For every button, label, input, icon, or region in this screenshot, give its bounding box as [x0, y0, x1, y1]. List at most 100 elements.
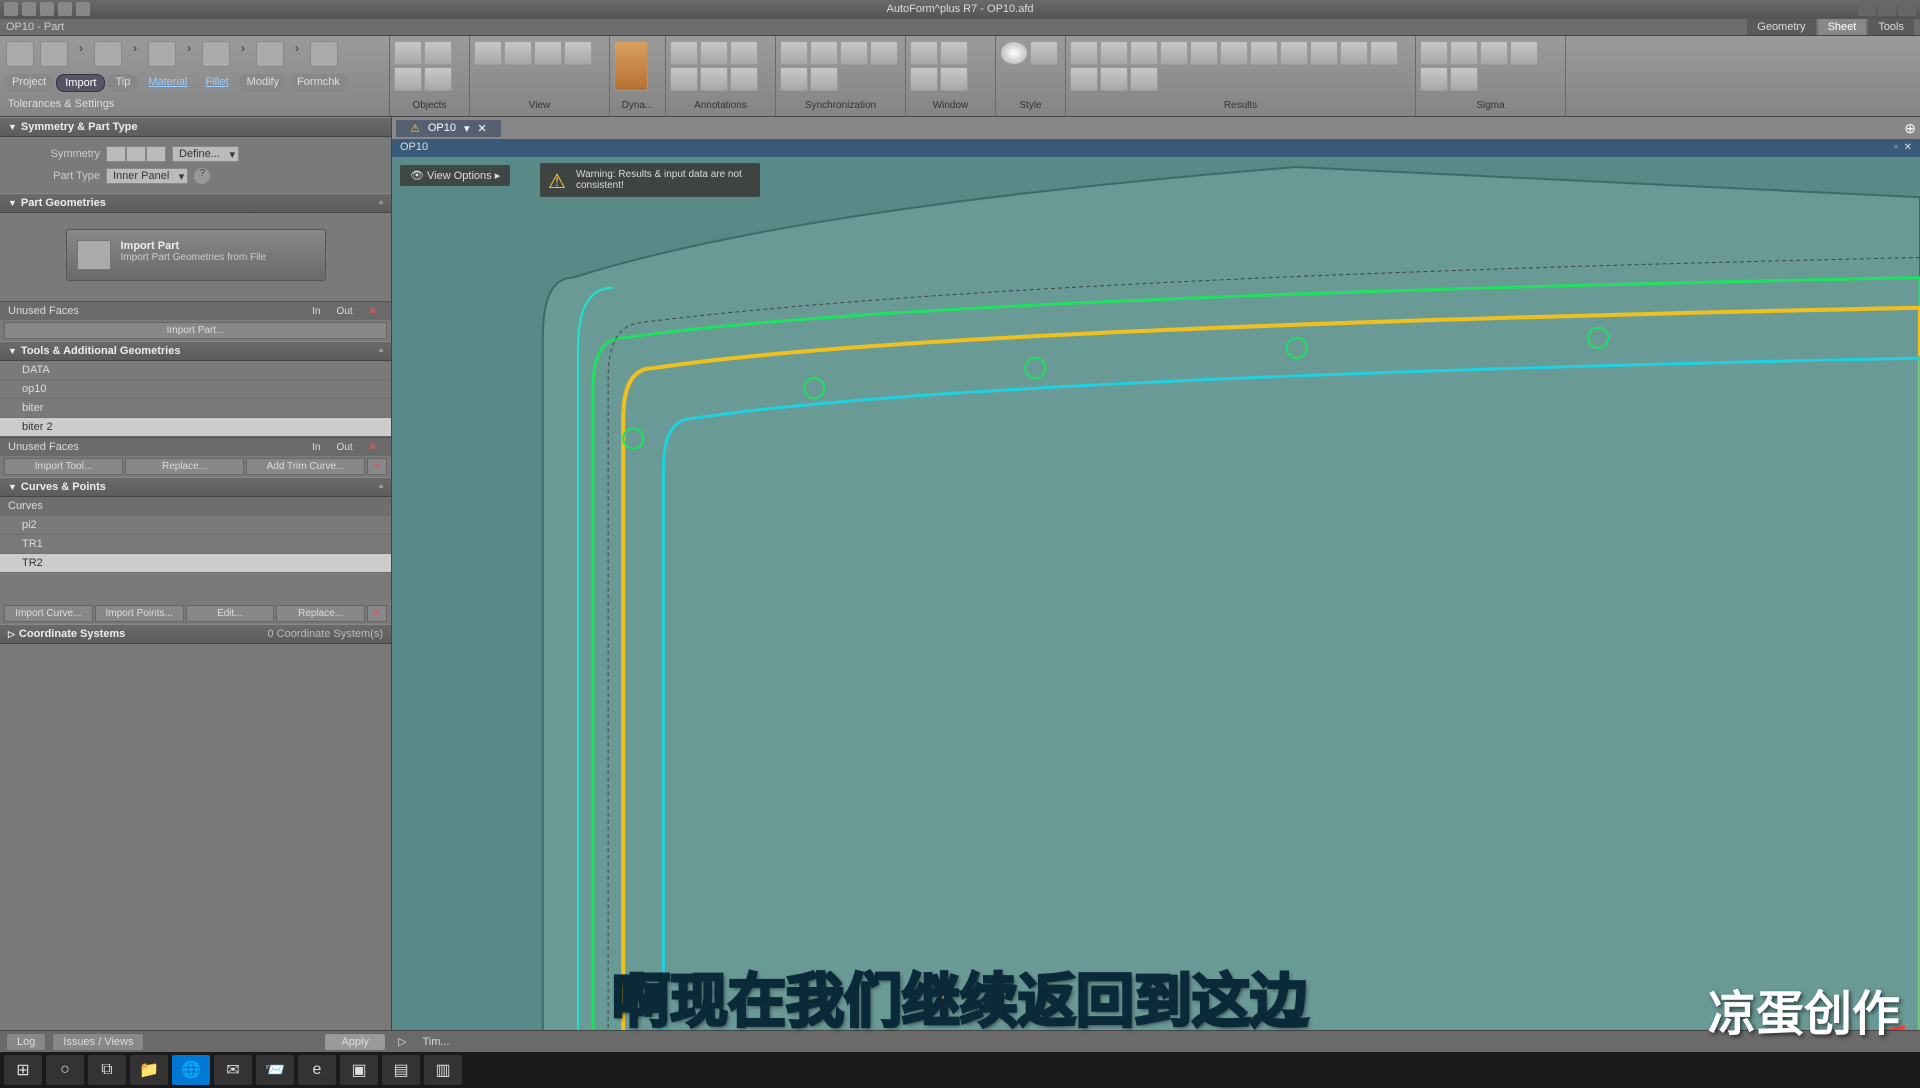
app-icon[interactable]: ▥ [424, 1055, 462, 1085]
ribbon-btn[interactable] [1000, 41, 1028, 65]
section-toolsgeo[interactable]: ▼Tools & Additional Geometries▫ [0, 341, 391, 361]
add-trim-curve-btn[interactable]: Add Trim Curve... [246, 458, 365, 475]
ribbon-btn[interactable] [670, 67, 698, 91]
timeline-toggle[interactable]: ▷ [398, 1035, 406, 1048]
in-button[interactable]: In [306, 305, 326, 318]
stage-icon[interactable] [148, 41, 176, 67]
stage-icon[interactable] [6, 41, 34, 67]
section-symmetry[interactable]: ▼Symmetry & Part Type [0, 117, 391, 137]
ribbon-btn[interactable] [730, 41, 758, 65]
out-button[interactable]: Out [330, 305, 358, 318]
tab-project[interactable]: Project [4, 74, 54, 92]
ribbon-btn[interactable] [1070, 41, 1098, 65]
stage-icon[interactable] [40, 41, 68, 67]
import-curve-btn[interactable]: Import Curve... [4, 605, 93, 622]
ribbon-btn-big[interactable] [614, 41, 648, 91]
ribbon-btn[interactable] [504, 41, 532, 65]
settings-icon[interactable]: ▫ [379, 345, 383, 357]
replace-btn[interactable]: Replace... [276, 605, 365, 622]
ribbon-btn[interactable] [730, 67, 758, 91]
ribbon-btn[interactable] [1070, 67, 1098, 91]
app-icon[interactable]: ▤ [382, 1055, 420, 1085]
delete-icon[interactable]: ✕ [367, 458, 387, 475]
restore-icon[interactable]: ▫ [1894, 142, 1898, 153]
apply-button[interactable]: Apply [324, 1033, 386, 1051]
section-curves[interactable]: ▼Curves & Points▫ [0, 477, 391, 497]
tab-fillet[interactable]: Fillet [197, 74, 236, 92]
list-item[interactable]: op10 [0, 380, 391, 399]
tab-material[interactable]: Material [140, 74, 195, 92]
ribbon-btn[interactable] [1130, 41, 1158, 65]
expand-icon[interactable]: ⊕ [1904, 120, 1916, 137]
ribbon-btn[interactable] [474, 41, 502, 65]
ribbon-btn[interactable] [424, 67, 452, 91]
ribbon-btn[interactable] [1510, 41, 1538, 65]
ribbon-btn[interactable] [840, 41, 868, 65]
ribbon-btn[interactable] [394, 67, 422, 91]
ribbon-btn[interactable] [1420, 67, 1448, 91]
ribbon-btn[interactable] [910, 41, 938, 65]
import-points-btn[interactable]: Import Points... [95, 605, 184, 622]
log-button[interactable]: Log [6, 1033, 46, 1051]
dropdown-icon[interactable]: ▾ [464, 122, 470, 135]
tab-sheet[interactable]: Sheet [1818, 19, 1867, 35]
ribbon-btn[interactable] [700, 41, 728, 65]
ribbon-btn[interactable] [1340, 41, 1368, 65]
settings-icon[interactable]: ▫ [379, 481, 383, 493]
qat-btn[interactable] [58, 2, 72, 16]
search-button[interactable]: ○ [46, 1055, 84, 1085]
issues-button[interactable]: Issues / Views [52, 1033, 144, 1051]
qat-btn[interactable] [76, 2, 90, 16]
ribbon-btn[interactable] [1100, 41, 1128, 65]
ribbon-btn[interactable] [940, 67, 968, 91]
stage-icon[interactable] [202, 41, 230, 67]
ribbon-btn[interactable] [424, 41, 452, 65]
close-icon[interactable]: ✕ [478, 122, 487, 135]
ribbon-btn[interactable] [870, 41, 898, 65]
list-item[interactable]: biter 2 [0, 418, 391, 437]
minimize-button[interactable] [1858, 2, 1876, 16]
tab-formchk[interactable]: Formchk [289, 74, 348, 92]
qat-btn[interactable] [22, 2, 36, 16]
tab-modify[interactable]: Modify [239, 74, 287, 92]
app-icon[interactable]: ▣ [340, 1055, 378, 1085]
tab-tools[interactable]: Tools [1868, 19, 1914, 35]
canvas-3d[interactable]: 👁 View Options ▸ Warning: Results & inpu… [392, 157, 1920, 1052]
tab-geometry[interactable]: Geometry [1747, 19, 1815, 35]
list-item[interactable]: TR1 [0, 535, 391, 554]
taskview-button[interactable]: ⧉ [88, 1055, 126, 1085]
define-button[interactable]: Define... [172, 146, 239, 162]
list-item[interactable]: DATA [0, 361, 391, 380]
maximize-button[interactable] [1878, 2, 1896, 16]
edge-icon[interactable]: 🌐 [172, 1055, 210, 1085]
ribbon-btn[interactable] [1280, 41, 1308, 65]
ribbon-btn[interactable] [1160, 41, 1188, 65]
parttype-combo[interactable]: Inner Panel [106, 168, 188, 184]
section-partgeo[interactable]: ▼Part Geometries▫ [0, 193, 391, 213]
ribbon-btn[interactable] [1100, 67, 1128, 91]
ribbon-btn[interactable] [810, 41, 838, 65]
out-button[interactable]: Out [330, 441, 358, 454]
ribbon-btn[interactable] [780, 67, 808, 91]
stage-icon[interactable] [94, 41, 122, 67]
start-button[interactable]: ⊞ [4, 1055, 42, 1085]
ribbon-btn[interactable] [564, 41, 592, 65]
ribbon-btn[interactable] [940, 41, 968, 65]
ribbon-btn[interactable] [1250, 41, 1278, 65]
section-coordsys[interactable]: ▷Coordinate Systems 0 Coordinate System(… [0, 624, 391, 644]
import-part-card[interactable]: Import Part Import Part Geometries from … [66, 229, 326, 281]
explorer-icon[interactable]: 📁 [130, 1055, 168, 1085]
ribbon-btn[interactable] [394, 41, 422, 65]
settings-icon[interactable]: ▫ [379, 197, 383, 209]
ribbon-btn[interactable] [700, 67, 728, 91]
ribbon-btn[interactable] [1220, 41, 1248, 65]
store-icon[interactable]: 📨 [256, 1055, 294, 1085]
ribbon-btn[interactable] [1480, 41, 1508, 65]
ie-icon[interactable]: e [298, 1055, 336, 1085]
stage-icon[interactable] [256, 41, 284, 67]
ribbon-btn[interactable] [1450, 41, 1478, 65]
ribbon-btn[interactable] [810, 67, 838, 91]
ribbon-btn[interactable] [910, 67, 938, 91]
delete-icon[interactable]: ✕ [363, 305, 383, 318]
delete-icon[interactable]: ✕ [363, 441, 383, 454]
